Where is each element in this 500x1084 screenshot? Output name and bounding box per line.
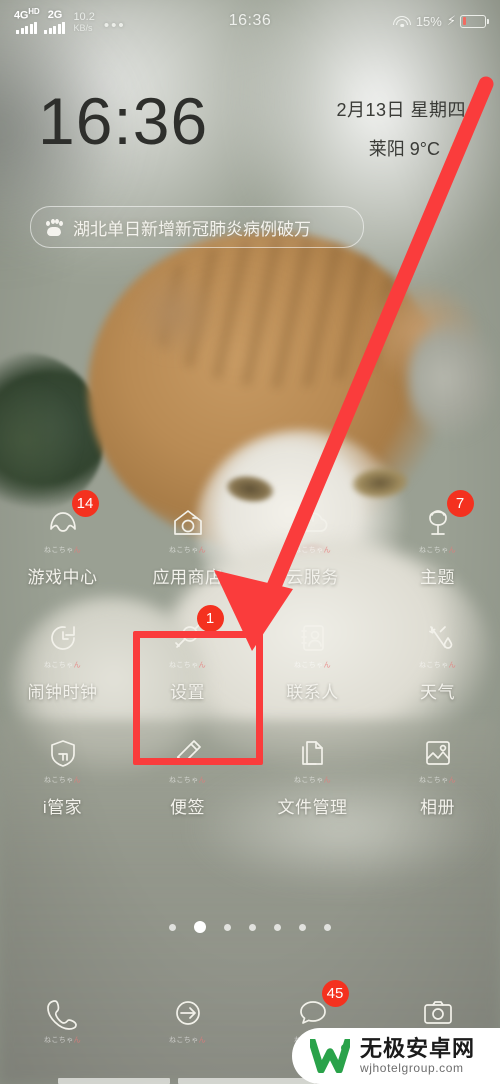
page-dot[interactable] xyxy=(249,923,256,931)
notes-pencil-icon: ねこちゃん xyxy=(160,725,216,784)
page-dot[interactable] xyxy=(169,923,176,931)
app-icon-天气[interactable]: ねこちゃん 天气 xyxy=(375,610,500,703)
icon-sublabel: ねこちゃん xyxy=(418,662,457,669)
phone-icon: ねこちゃん xyxy=(35,985,91,1044)
page-indicator[interactable] xyxy=(0,921,500,933)
clock-widget-time[interactable]: 16:36 xyxy=(38,88,208,154)
icon-sublabel: ねこちゃん xyxy=(418,547,457,554)
watermark-en: wjhotelgroup.com xyxy=(360,1061,464,1076)
app-icon-闹钟时钟[interactable]: ねこちゃん 闹钟时钟 xyxy=(0,610,125,703)
icon-sublabel: ねこちゃん xyxy=(293,777,332,784)
icon-sublabel: ねこちゃん xyxy=(43,777,82,784)
app-icon-dock1[interactable]: ねこちゃん xyxy=(125,985,250,1044)
phone-home-screen: 4GHD 2G 10.2 KB/s ••• 16:36 15% ⚡ 16:36 … xyxy=(0,0,500,1084)
browser-arrow-icon: ねこちゃん xyxy=(160,985,216,1044)
app-label: 联系人 xyxy=(286,683,339,702)
notification-badge: 45 xyxy=(321,980,349,1007)
file-manager-icon: ねこちゃん xyxy=(285,725,341,784)
news-banner-text: 湖北单日新增新冠肺炎病例破万 xyxy=(73,219,311,239)
app-label: 相册 xyxy=(420,798,455,817)
app-label: 云服务 xyxy=(286,568,339,587)
icon-sublabel: ねこちゃん xyxy=(43,547,82,554)
notification-badge: 14 xyxy=(71,490,99,517)
app-label: 天气 xyxy=(420,683,455,702)
app-label: 游戏中心 xyxy=(27,568,98,587)
icon-sublabel: ねこちゃん xyxy=(168,1037,207,1044)
icon-sublabel: ねこちゃん xyxy=(168,777,207,784)
watermark-text: 无极安卓网 wjhotelgroup.com xyxy=(360,1037,475,1075)
icon-sublabel: ねこちゃん xyxy=(43,662,82,669)
watermark-logo-icon xyxy=(308,1037,352,1074)
notification-badge: 7 xyxy=(446,490,474,517)
app-label: i管家 xyxy=(42,798,83,817)
weather-icon: ねこちゃん xyxy=(410,610,466,669)
notification-badge: 1 xyxy=(196,605,224,632)
weather-row: 莱阳 9°C xyxy=(336,135,466,161)
battery-icon xyxy=(460,14,489,28)
page-dot[interactable] xyxy=(324,923,331,931)
app-label: 便签 xyxy=(170,798,205,817)
weather-label: 莱阳 9°C xyxy=(368,139,440,159)
app-store-house-icon: ねこちゃん xyxy=(160,495,216,554)
shield-manager-icon: ねこちゃん xyxy=(35,725,91,784)
app-icon-游戏中心[interactable]: ねこちゃん 14 游戏中心 xyxy=(0,490,125,588)
app-icon-便签[interactable]: ねこちゃん 便签 xyxy=(125,725,250,818)
sun-icon xyxy=(449,140,466,157)
clock-widget-date-weather[interactable]: 2月13日 星期四 莱阳 9°C xyxy=(336,96,466,161)
nav-hint-right[interactable] xyxy=(178,1078,316,1084)
icon-sublabel: ねこちゃん xyxy=(168,662,207,669)
page-dot[interactable] xyxy=(274,923,281,931)
app-row: ねこちゃん 14 游戏中心 ねこちゃん 应用商店 ねこちゃん 云服务 ねこちゃん 7 主题 xyxy=(0,490,500,588)
app-icon-主题[interactable]: ねこちゃん 7 主题 xyxy=(375,490,500,588)
app-grid: ねこちゃん 14 游戏中心 ねこちゃん 应用商店 ねこちゃん 云服务 ねこちゃん 7 主题 ねこちゃ… xyxy=(0,490,500,818)
wifi-icon xyxy=(393,15,412,28)
app-label: 应用商店 xyxy=(152,568,223,587)
news-banner[interactable]: 湖北单日新增新冠肺炎病例破万 xyxy=(30,206,364,248)
gallery-icon: ねこちゃん xyxy=(410,725,466,784)
icon-sublabel: ねこちゃん xyxy=(293,662,332,669)
app-row: ねこちゃん 闹钟时钟 ねこちゃん 1 设置 ねこちゃん 联系人 ねこちゃん 天气 xyxy=(0,605,500,703)
app-icon-相册[interactable]: ねこちゃん 相册 xyxy=(375,725,500,818)
app-icon-联系人[interactable]: ねこちゃん 联系人 xyxy=(250,610,375,703)
page-dot[interactable] xyxy=(224,923,231,931)
app-label: 文件管理 xyxy=(277,798,348,817)
date-label: 2月13日 星期四 xyxy=(336,100,466,120)
app-label: 设置 xyxy=(170,683,205,702)
app-label: 主题 xyxy=(420,568,455,587)
page-dot[interactable] xyxy=(194,921,206,933)
status-bar-clock: 16:36 xyxy=(228,12,272,29)
watermark-cn: 无极安卓网 xyxy=(360,1036,476,1062)
app-label: 闹钟时钟 xyxy=(27,683,98,702)
nav-hint-left[interactable] xyxy=(58,1078,170,1084)
page-dot[interactable] xyxy=(299,923,306,931)
icon-sublabel: ねこちゃん xyxy=(168,547,207,554)
clock-icon: ねこちゃん xyxy=(35,610,91,669)
baidu-paw-icon xyxy=(45,218,63,236)
app-row: ねこちゃん i管家 ねこちゃん 便签 ねこちゃん 文件管理 ねこちゃん 相册 xyxy=(0,725,500,818)
app-icon-云服务[interactable]: ねこちゃん 云服务 xyxy=(250,495,375,588)
status-bar: 4GHD 2G 10.2 KB/s ••• 16:36 15% ⚡ xyxy=(0,0,500,42)
app-icon-文件管理[interactable]: ねこちゃん 文件管理 xyxy=(250,725,375,818)
contacts-icon: ねこちゃん xyxy=(285,610,341,669)
app-icon-设置[interactable]: ねこちゃん 1 设置 xyxy=(125,605,250,703)
icon-sublabel: ねこちゃん xyxy=(43,1037,82,1044)
app-icon-应用商店[interactable]: ねこちゃん 应用商店 xyxy=(125,495,250,588)
cloud-icon: ねこちゃん xyxy=(285,495,341,554)
app-icon-i管家[interactable]: ねこちゃん i管家 xyxy=(0,725,125,818)
icon-sublabel: ねこちゃん xyxy=(418,777,457,784)
site-watermark: 无极安卓网 wjhotelgroup.com xyxy=(292,1028,500,1084)
icon-sublabel: ねこちゃん xyxy=(293,547,332,554)
app-icon-dock0[interactable]: ねこちゃん xyxy=(0,985,125,1044)
